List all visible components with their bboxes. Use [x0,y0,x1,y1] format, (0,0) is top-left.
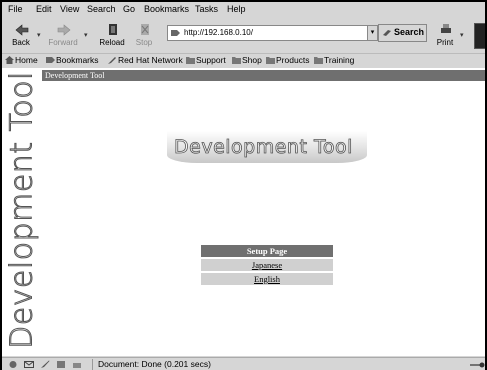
folder-icon [186,57,195,64]
red-hat-network-label: Red Hat Network [118,55,183,65]
products-folder[interactable]: Products [266,55,310,65]
back-history-dropdown[interactable]: ▾ [37,31,41,39]
setup-menu: Setup Page Japanese English [201,245,333,285]
print-label: Print [436,38,454,47]
status-separator [92,359,93,370]
menu-bar: File Edit View Search Go Bookmarks Tasks… [2,2,487,19]
navigator-icon[interactable] [8,360,18,369]
menu-file[interactable]: File [8,4,23,14]
address-book-icon[interactable] [56,360,66,369]
print-dropdown[interactable]: ▾ [460,31,464,39]
page-title-bar: Development Tool [42,70,487,81]
back-arrow-icon [15,24,29,36]
forward-button[interactable]: Forward [48,22,78,51]
status-message: Document: Done (0.201 secs) [98,359,211,369]
shop-folder[interactable]: Shop [232,55,262,65]
security-icon[interactable] [72,360,82,369]
status-bar: Document: Done (0.201 secs) [2,357,487,370]
menu-go[interactable]: Go [123,4,135,14]
pencil-icon [108,57,116,64]
reload-button[interactable]: Reload [97,22,127,51]
reload-label: Reload [99,38,125,47]
menu-help[interactable]: Help [227,4,246,14]
home-label: Home [15,55,38,65]
menu-edit[interactable]: Edit [36,4,52,14]
menu-search[interactable]: Search [87,4,116,14]
products-label: Products [276,55,310,65]
forward-history-dropdown[interactable]: ▾ [84,31,88,39]
bookmarks-label: Bookmarks [56,55,99,65]
url-text: http://192.168.0.10/ [184,28,253,37]
menu-bookmarks[interactable]: Bookmarks [144,4,189,14]
page-icon [171,30,180,36]
search-button[interactable]: Search [378,24,427,42]
home-icon [5,56,14,64]
support-label: Support [196,55,226,65]
composer-icon[interactable] [40,360,50,369]
home-link[interactable]: Home [5,55,38,65]
bookmarks-link[interactable]: Bookmarks [46,55,99,65]
side-title-text: Development Tool [4,71,40,350]
support-folder[interactable]: Support [186,55,226,65]
search-label: Search [394,27,425,37]
back-label: Back [12,38,30,47]
search-icon [383,30,391,36]
english-link[interactable]: English [201,273,333,285]
stop-label: Stop [135,38,153,47]
navigation-toolbar: Back ▾ Forward ▾ Reload Stop http://192.… [2,19,487,53]
print-button[interactable]: Print [430,22,460,51]
folder-icon [266,57,275,64]
connection-icon [470,362,485,368]
mail-icon[interactable] [24,360,34,369]
banner-logo: Development Tool [167,129,367,169]
folder-icon [314,57,323,64]
stop-icon [141,24,149,35]
side-title: Development Tool [2,68,42,356]
menu-view[interactable]: View [60,4,79,14]
bookmarks-icon [46,57,55,63]
reload-icon [109,24,117,35]
url-dropdown-button[interactable]: ▾ [367,25,378,41]
training-label: Training [324,55,355,65]
shop-label: Shop [242,55,262,65]
back-button[interactable]: Back [6,22,36,51]
japanese-link[interactable]: Japanese [201,259,333,271]
forward-arrow-icon [57,24,71,36]
folder-icon [232,57,241,64]
setup-heading: Setup Page [201,245,333,257]
page-content: Development Tool Development Tool Develo… [2,68,487,356]
stop-button[interactable]: Stop [129,22,159,51]
printer-icon [441,24,451,33]
forward-label: Forward [48,38,78,47]
browser-window: File Edit View Search Go Bookmarks Tasks… [2,2,487,370]
menu-tasks[interactable]: Tasks [195,4,218,14]
training-folder[interactable]: Training [314,55,354,65]
url-field[interactable]: http://192.168.0.10/ ▾ [167,25,378,41]
banner-text: Development Tool [174,136,353,159]
red-hat-network-link[interactable]: Red Hat Network [108,55,183,65]
personal-toolbar: Home Bookmarks Red Hat Network Support S… [2,53,487,67]
